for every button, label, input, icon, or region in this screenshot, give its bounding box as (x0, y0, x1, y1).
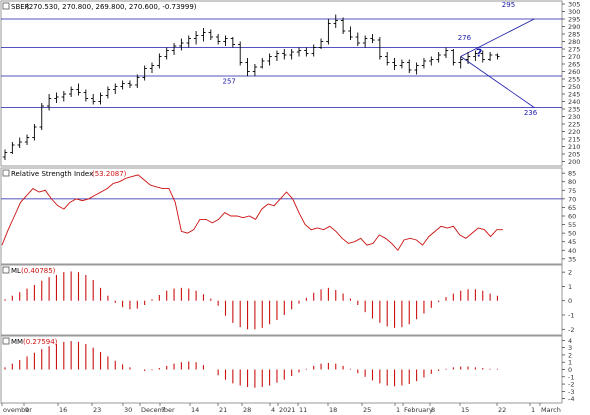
time-axis-label: 15 (461, 406, 469, 414)
price-legend: SBER (270.530, 270.800, 269.800, 270.600… (2, 2, 197, 11)
rsi-axis-label: 75 (568, 187, 576, 195)
rsi-axis-label: 50 (568, 230, 576, 238)
ml-axis-label: 0 (568, 297, 572, 305)
mm-axis-label: -4 (568, 395, 574, 403)
rsi-axis-label: 45 (568, 238, 576, 246)
ml-axis-label: -1 (568, 312, 574, 320)
time-axis-label: 4 (271, 406, 275, 414)
mm-legend: MM (0.27594) (2, 337, 58, 346)
time-axis-label: 30 (124, 406, 132, 414)
value-axes: 3053002952902852802752702652602552502452… (562, 1, 580, 403)
time-axis-label: 25 (363, 406, 371, 414)
time-axis-label: 14 (191, 406, 199, 414)
rsi-axis-label: 55 (568, 221, 576, 229)
panel-frames (0, 0, 563, 404)
rsi-legend-value: (53.2087) (92, 170, 127, 178)
ml-axis-label: 1 (568, 283, 572, 291)
rsi-legend-name: Relative Strength Index (11, 170, 93, 178)
ml-panel-frame (0, 264, 563, 336)
rsi-series-line (1, 174, 503, 252)
ml-legend-name: ML (11, 267, 21, 275)
time-axis-label: 1 (531, 406, 535, 414)
ml-legend-icon[interactable] (2, 266, 10, 274)
time-axis-label: 18 (329, 406, 337, 414)
time-axis-label: 22 (498, 406, 506, 414)
time-axis-label: December (141, 406, 175, 414)
time-axis: ovember9 16 23 30 December7 14 21 28 4 2021 11 18 25… (1, 403, 561, 414)
plot-layer (1, 14, 503, 388)
price-axis-label: 200 (568, 158, 580, 166)
trend-line (460, 56, 535, 108)
question-mark-label: ? (476, 47, 482, 60)
price-panel-frame (0, 0, 563, 167)
ml-legend: ML (0.40785) (2, 266, 56, 275)
rsi-legend-icon[interactable] (2, 169, 10, 177)
rsi-axis-label: 85 (568, 170, 576, 178)
time-axis-label: 21 (219, 406, 227, 414)
time-axis-label: 11 (299, 406, 307, 414)
ml-legend-value: (0.40785) (21, 267, 56, 275)
mm-legend-icon[interactable] (2, 337, 10, 345)
rsi-axis-label: 80 (568, 178, 576, 186)
time-axis-label: 28 (243, 406, 251, 414)
mm-legend-name: MM (11, 338, 23, 346)
time-axis-label: 16 (59, 406, 67, 414)
level-annotation: 257 (222, 78, 235, 86)
chart-window: 295276?257236 30530029529028528027527026… (0, 0, 580, 414)
time-axis-label: February (404, 406, 433, 414)
mm-panel-frame (0, 335, 563, 404)
level-annotation: 295 (502, 1, 515, 9)
rsi-axis-label: 70 (568, 195, 576, 203)
ml-axis-label: 2 (568, 269, 572, 277)
level-annotation: 276 (458, 34, 472, 42)
time-axis-label: March (541, 406, 561, 414)
rsi-axis-label: 60 (568, 213, 576, 221)
time-axis-label: 2021 (279, 406, 296, 414)
rsi-legend: Relative Strength Index (53.2087) (2, 169, 127, 178)
time-axis-label: 7 (161, 406, 165, 414)
rsi-axis-label: 40 (568, 247, 576, 255)
time-axis-label: 8 (431, 406, 435, 414)
time-axis-label: 23 (93, 406, 101, 414)
ml-axis-label: -2 (568, 326, 574, 334)
rsi-axis-label: 35 (568, 255, 576, 263)
level-annotation: 236 (524, 109, 538, 117)
price-legend-icon[interactable] (2, 2, 10, 10)
time-axis-label: 1 (396, 406, 400, 414)
price-legend-value: (270.530, 270.800, 269.800, 270.600, -0.… (26, 3, 197, 11)
rsi-panel-frame (0, 167, 563, 265)
time-axis-label: 9 (25, 406, 29, 414)
rsi-axis-label: 65 (568, 204, 576, 212)
trend-line (460, 18, 535, 57)
mm-legend-value: (0.27594) (23, 338, 58, 346)
